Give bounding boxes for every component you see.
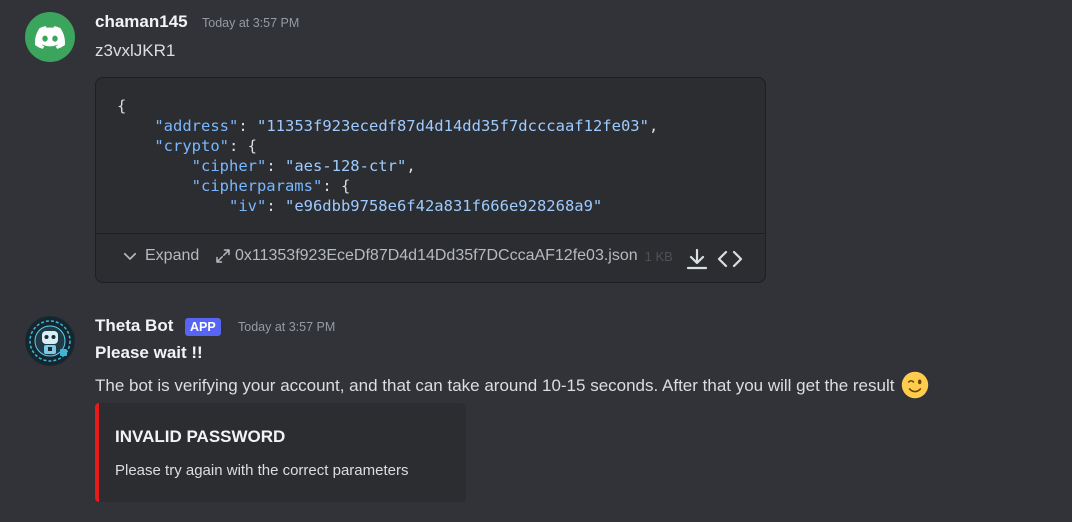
json-punctuation	[117, 117, 154, 135]
embed-color-bar	[95, 403, 99, 502]
message-timestamp: Today at 3:57 PM	[202, 16, 300, 30]
expand-label: Expand	[145, 247, 200, 264]
download-button[interactable]	[683, 245, 711, 273]
json-punctuation	[117, 177, 192, 195]
code-line: "cipherparams": {	[117, 176, 765, 196]
winking-face-emoji	[901, 371, 929, 399]
json-key: "cipherparams"	[191, 177, 323, 195]
file-name: 0x11353f923EceDf87D4d14Dd35f7DCccaAF12fe…	[235, 247, 638, 264]
expand-button[interactable]: Expand	[121, 247, 199, 265]
message-timestamp: Today at 3:57 PM	[238, 320, 336, 334]
json-string: "aes-128-ctr"	[284, 157, 407, 175]
embed-card: INVALID PASSWORD Please try again with t…	[95, 403, 466, 502]
json-punctuation: {	[117, 97, 127, 115]
code-preview: { "address": "11353f923ecedf87d4d14dd35f…	[96, 78, 765, 233]
view-source-button[interactable]	[716, 245, 744, 273]
file-preview-footer: Expand 0x11353f923EceDf87D4d14Dd35f7DCcc…	[96, 233, 765, 282]
user-avatar[interactable]	[25, 12, 75, 62]
file-name-link[interactable]: 0x11353f923EceDf87D4d14Dd35f7DCccaAF12fe…	[214, 247, 673, 265]
code-line: "cipher": "aes-128-ctr",	[117, 156, 765, 176]
app-badge: APP	[185, 318, 221, 336]
file-size: 1 KB	[644, 248, 673, 264]
code-line: "address": "11353f923ecedf87d4d14dd35f7d…	[117, 116, 765, 136]
code-line: "crypto": {	[117, 136, 765, 156]
json-punctuation: ,	[406, 157, 416, 175]
json-punctuation: : {	[228, 137, 257, 155]
json-punctuation: : {	[322, 177, 351, 195]
file-preview-card: { "address": "11353f923ecedf87d4d14dd35f…	[95, 77, 766, 283]
json-key: "crypto"	[154, 137, 229, 155]
robot-avatar-icon	[26, 317, 74, 365]
json-punctuation: :	[238, 117, 257, 135]
json-punctuation	[117, 157, 192, 175]
json-string: "11353f923ecedf87d4d14dd35f7dcccaaf12fe0…	[257, 117, 649, 135]
embed-title: INVALID PASSWORD	[115, 427, 286, 446]
download-icon	[686, 248, 708, 270]
message-bold-text: Please wait !!	[95, 343, 203, 362]
json-punctuation: :	[266, 197, 285, 215]
json-punctuation: ,	[648, 117, 659, 135]
discord-logo-icon	[35, 25, 65, 49]
json-string: "e96dbb9758e6f42a831f666e928268a9"	[284, 197, 603, 215]
message-text-line: The bot is verifying your account, and t…	[95, 371, 929, 399]
json-punctuation	[117, 197, 229, 215]
chevron-down-icon	[123, 252, 137, 260]
message-text: The bot is verifying your account, and t…	[95, 376, 895, 395]
json-key: "cipher"	[191, 157, 267, 175]
code-brackets-icon	[717, 250, 743, 268]
code-line: {	[117, 96, 765, 116]
message-username[interactable]: chaman145	[95, 12, 188, 32]
json-key: "address"	[154, 117, 239, 135]
expand-arrows-icon	[216, 249, 230, 263]
json-punctuation: :	[266, 157, 285, 175]
json-punctuation	[117, 137, 154, 155]
message-text: z3vxlJKR1	[95, 41, 176, 60]
code-line: "iv": "e96dbb9758e6f42a831f666e928268a9"	[117, 196, 765, 216]
message-username[interactable]: Theta Bot	[95, 316, 173, 336]
embed-description: Please try again with the correct parame…	[115, 462, 409, 479]
json-key: "iv"	[228, 197, 267, 215]
bot-avatar[interactable]	[25, 316, 75, 366]
